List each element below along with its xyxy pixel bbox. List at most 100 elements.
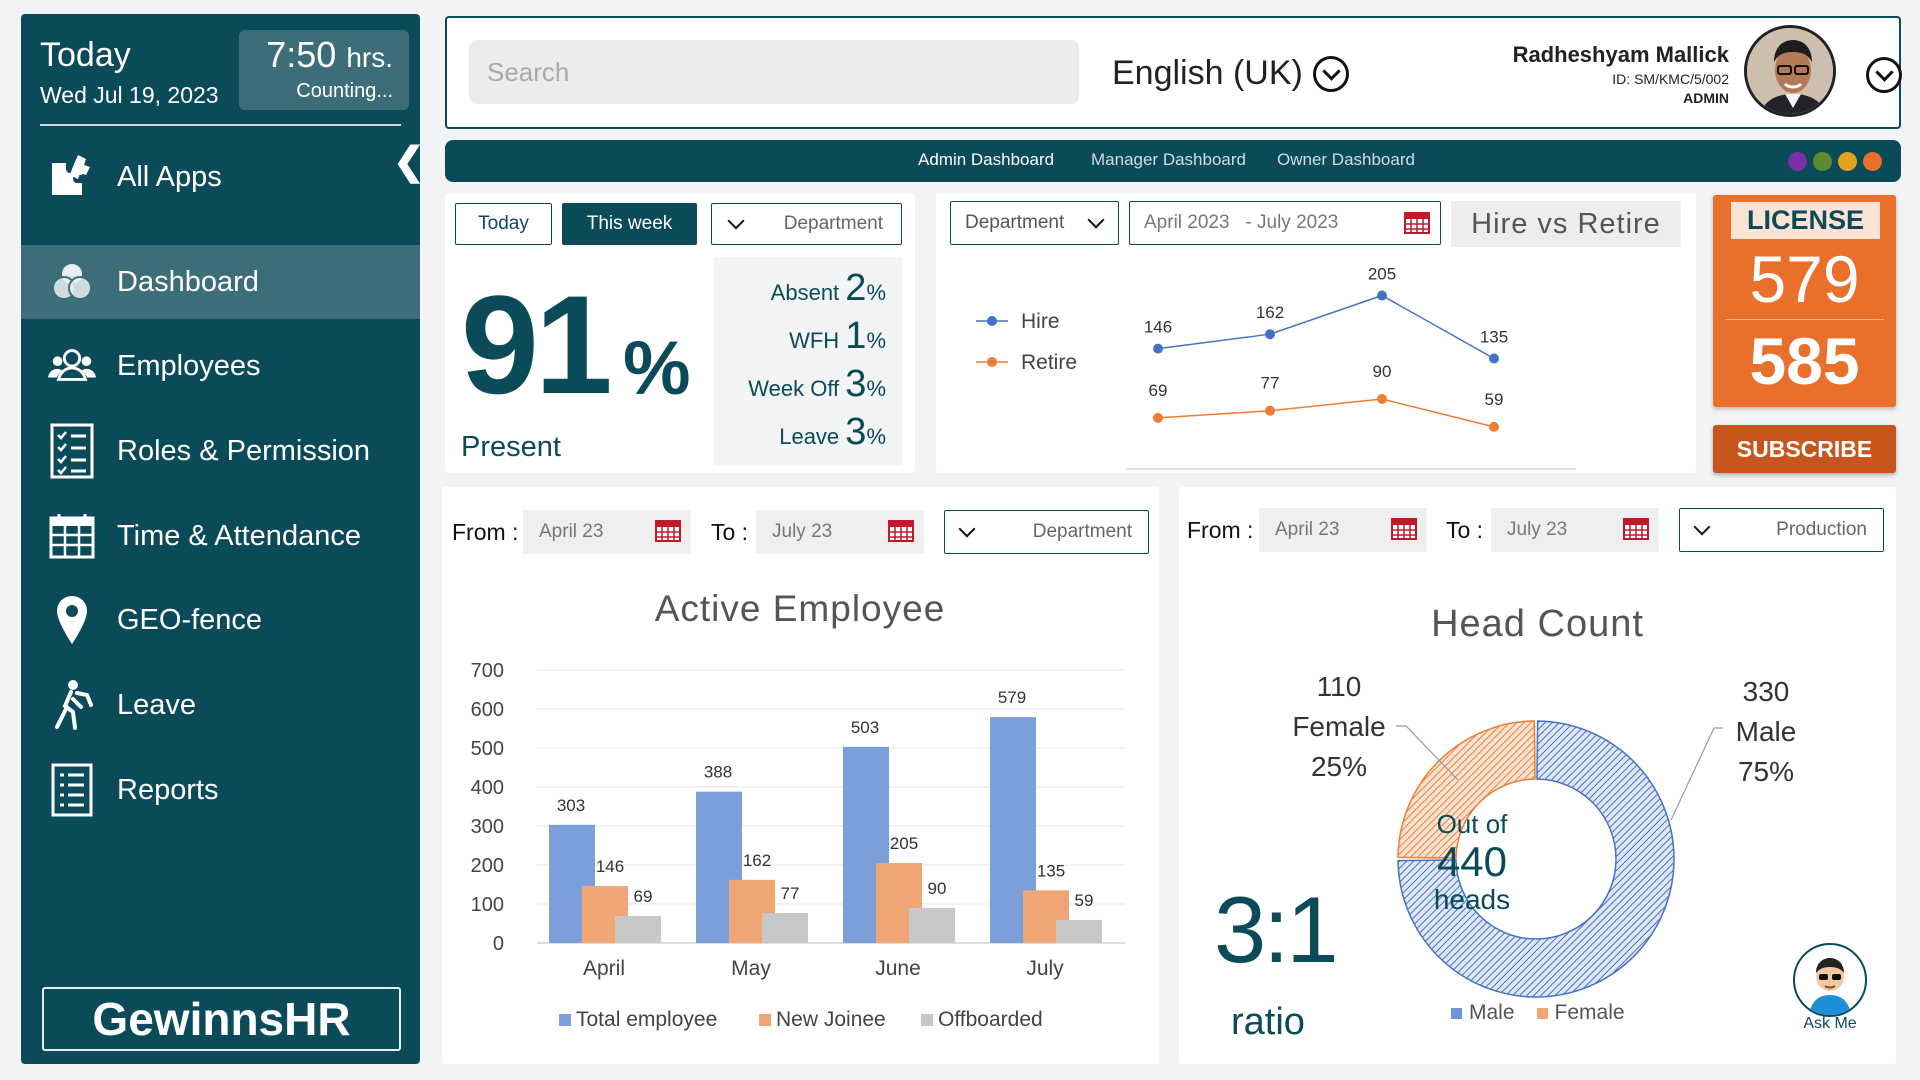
license-divider bbox=[1725, 319, 1884, 320]
head-count-panel: From : April 23 To : July 23 Production … bbox=[1179, 487, 1896, 1064]
chart-title: Active Employee bbox=[655, 588, 946, 629]
theme-dot-green[interactable] bbox=[1813, 152, 1832, 171]
legend-male: Male bbox=[1469, 1001, 1515, 1024]
stat-label: WFH bbox=[789, 328, 840, 353]
donut-center-value: 440 bbox=[1436, 838, 1508, 885]
stat-unit: % bbox=[866, 376, 886, 401]
from-date-picker[interactable]: April 23 bbox=[523, 510, 691, 554]
sidebar-item-label: GEO-fence bbox=[117, 603, 263, 636]
y-tick-label: 300 bbox=[471, 816, 504, 838]
sidebar-item-label: Reports bbox=[117, 773, 219, 806]
tab-admin-dashboard[interactable]: Admin Dashboard bbox=[918, 150, 1054, 170]
series-line-retire bbox=[1157, 398, 1495, 428]
data-label: 59 bbox=[1485, 390, 1504, 409]
tab-owner-dashboard[interactable]: Owner Dashboard bbox=[1277, 150, 1415, 170]
x-tick-label: June bbox=[875, 957, 921, 980]
user-role: ADMIN bbox=[1683, 90, 1729, 106]
sidebar-item-all-apps[interactable]: All Apps bbox=[21, 140, 420, 214]
department-dropdown[interactable]: Department bbox=[711, 203, 902, 245]
bar-value-label: 146 bbox=[596, 857, 624, 876]
department-dropdown[interactable]: Department bbox=[944, 510, 1149, 554]
to-label: To : bbox=[711, 519, 749, 545]
sidebar-item-leave[interactable]: Leave bbox=[21, 668, 420, 742]
brand-logo[interactable]: GewinnsHR bbox=[42, 987, 401, 1051]
bar-value-label: 77 bbox=[781, 884, 800, 903]
data-point-hire bbox=[1489, 353, 1499, 364]
language-selector[interactable]: English (UK) bbox=[1112, 54, 1349, 93]
bar-value-label: 162 bbox=[743, 851, 771, 870]
bar-offboarded bbox=[615, 916, 661, 943]
y-tick-label: 200 bbox=[471, 855, 504, 877]
sidebar-item-reports[interactable]: Reports bbox=[21, 753, 420, 827]
stat-value: 3 bbox=[845, 411, 867, 453]
sidebar-item-roles-permission[interactable]: Roles & Permission bbox=[21, 414, 420, 488]
ask-me-bot-button[interactable] bbox=[1793, 943, 1867, 1017]
x-tick-label: April bbox=[583, 957, 625, 980]
avatar[interactable] bbox=[1744, 25, 1836, 117]
attendance-panel: Today This week Department 91 % Present … bbox=[445, 193, 915, 473]
x-tick-label: May bbox=[731, 957, 771, 980]
license-label: LICENSE bbox=[1731, 202, 1880, 239]
department-dropdown[interactable]: Department bbox=[950, 201, 1119, 245]
user-id: ID: SM/KMC/5/002 bbox=[1612, 71, 1729, 87]
theme-dot-orange[interactable] bbox=[1863, 152, 1882, 171]
wfh-stat: WFH 1% bbox=[789, 315, 886, 358]
traveler-icon bbox=[47, 680, 97, 730]
y-tick-label: 0 bbox=[493, 933, 504, 955]
sidebar-item-label: Employees bbox=[117, 349, 261, 382]
theme-dot-yellow[interactable] bbox=[1838, 152, 1857, 171]
legend-female: Female bbox=[1554, 1001, 1625, 1024]
sidebar-item-label: Roles & Permission bbox=[117, 434, 371, 467]
sidebar-item-geo-fence[interactable]: GEO-fence bbox=[21, 583, 420, 657]
today-button[interactable]: Today bbox=[455, 203, 552, 245]
report-icon bbox=[47, 763, 97, 817]
ratio-label: ratio bbox=[1231, 1001, 1305, 1043]
time-value: 7:50 hrs. bbox=[266, 34, 393, 76]
theme-dot-purple[interactable] bbox=[1788, 152, 1807, 171]
sidebar-item-label: All Apps bbox=[117, 160, 222, 193]
bar-value-label: 69 bbox=[634, 887, 653, 906]
legend-swatch-new-joinee bbox=[759, 1014, 771, 1026]
leave-stat: Leave 3% bbox=[779, 411, 886, 454]
bar-value-label: 135 bbox=[1037, 861, 1065, 880]
donut-legend: Male Female bbox=[1451, 1001, 1625, 1025]
subscribe-button[interactable]: SUBSCRIBE bbox=[1713, 425, 1896, 473]
legend-marker-hire bbox=[987, 316, 997, 326]
search-input[interactable] bbox=[469, 40, 1079, 104]
sidebar-item-employees[interactable]: Employees bbox=[21, 329, 420, 403]
sidebar-item-dashboard[interactable]: Dashboard bbox=[21, 245, 420, 319]
location-pin-icon bbox=[47, 595, 97, 645]
present-percent: 91 bbox=[461, 266, 613, 423]
to-date-picker[interactable]: July 23 bbox=[756, 510, 924, 554]
bar-value-label: 303 bbox=[557, 796, 585, 815]
calendar-icon bbox=[47, 511, 97, 561]
present-percent-sign: % bbox=[623, 326, 691, 411]
circles-icon bbox=[47, 257, 97, 307]
bot-avatar-icon bbox=[1809, 958, 1851, 1015]
bar-value-label: 59 bbox=[1075, 891, 1094, 910]
tab-manager-dashboard[interactable]: Manager Dashboard bbox=[1091, 150, 1246, 170]
calendar-icon bbox=[888, 520, 914, 542]
sidebar: Today Wed Jul 19, 2023 7:50 hrs. Countin… bbox=[21, 14, 425, 1064]
user-menu-chevron-icon[interactable] bbox=[1866, 57, 1902, 93]
data-point-retire bbox=[1489, 421, 1499, 432]
chevron-down-icon bbox=[958, 520, 976, 538]
to-date-value: July 23 bbox=[772, 521, 833, 542]
sidebar-item-time-attendance[interactable]: Time & Attendance bbox=[21, 499, 420, 573]
bar-value-label: 205 bbox=[890, 834, 918, 853]
stat-unit: % bbox=[866, 328, 886, 353]
y-tick-label: 100 bbox=[471, 894, 504, 916]
male-leader-line bbox=[1670, 727, 1723, 821]
legend-swatch-female bbox=[1536, 1007, 1548, 1019]
current-date: Wed Jul 19, 2023 bbox=[40, 82, 219, 108]
this-week-button[interactable]: This week bbox=[562, 203, 697, 245]
chevron-down-icon bbox=[727, 212, 745, 230]
week-off-stat: Week Off 3% bbox=[748, 363, 886, 406]
y-tick-label: 600 bbox=[471, 699, 504, 721]
data-label: 90 bbox=[1373, 362, 1392, 381]
counting-label: Counting... bbox=[296, 80, 393, 102]
dashboard-tabs: Admin Dashboard Manager Dashboard Owner … bbox=[445, 140, 1901, 182]
from-label: From : bbox=[452, 519, 519, 545]
hire-retire-line-chart: AprilMayJuneJuly146162205135Hire69779059… bbox=[976, 265, 1576, 470]
date-range-picker[interactable]: April 2023 - July 2023 bbox=[1129, 201, 1441, 245]
